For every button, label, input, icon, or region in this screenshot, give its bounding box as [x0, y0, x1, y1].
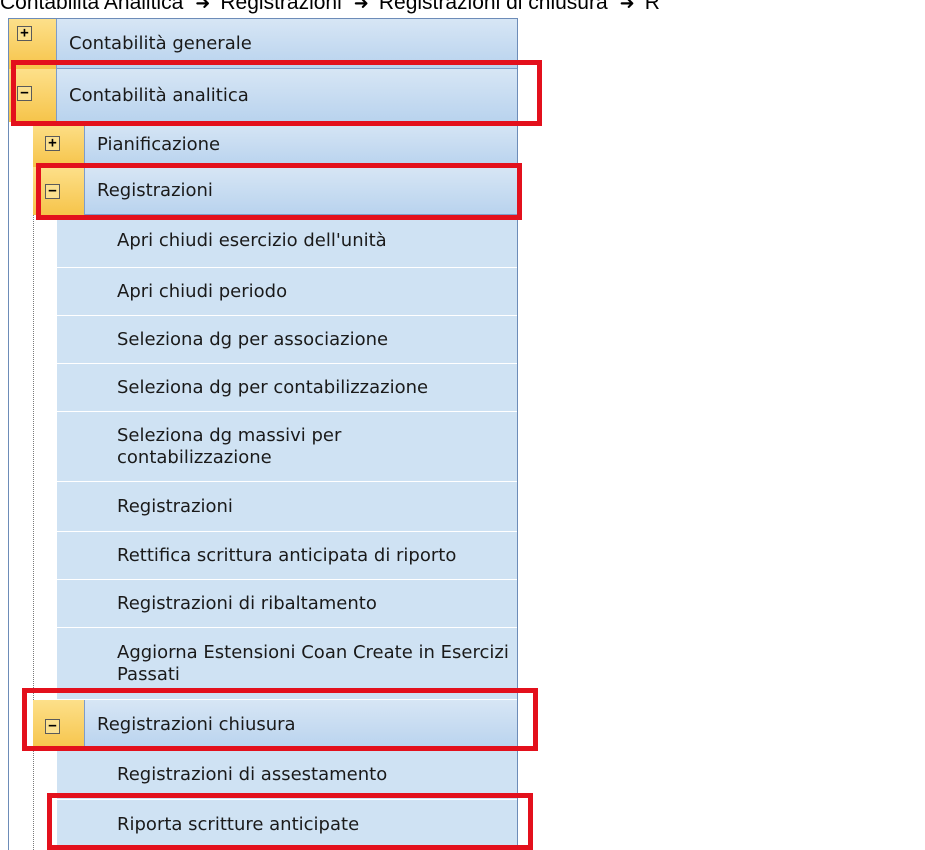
expand-icon[interactable]: +	[45, 136, 60, 151]
toggle-cell: +	[33, 122, 85, 167]
breadcrumb-item[interactable]: Registrazioni	[220, 0, 341, 14]
menu-item-label: Seleziona dg per associazione	[117, 328, 389, 350]
breadcrumb-item[interactable]: Contabilità Analitica	[0, 0, 183, 14]
highlight-contabilita-analitica	[11, 60, 542, 126]
tree-node-label: Pianificazione	[97, 133, 221, 155]
arrow-icon: ➜	[195, 0, 211, 13]
highlight-registrazioni	[36, 163, 522, 220]
menu-item-label: Registrazioni di ribaltamento	[117, 592, 377, 614]
breadcrumb-item[interactable]: Registrazioni di chiusura	[379, 0, 608, 14]
menu-item-label: Registrazioni di assestamento	[117, 763, 388, 785]
menu-item-label: Apri chiudi periodo	[117, 280, 288, 302]
arrow-icon: ➜	[619, 0, 635, 13]
tree-node-label: Contabilità generale	[69, 33, 252, 54]
menu-item-label: Registrazioni	[117, 495, 233, 517]
arrow-icon: ➜	[353, 0, 369, 13]
breadcrumb: Contabilità Analitica ➜ Registrazioni ➜ Regi…	[0, 0, 925, 15]
menu-item-apri-chiudi-esercizio[interactable]: Apri chiudi esercizio dell'unità	[57, 215, 517, 268]
highlight-riporta-scritture-anticipate	[47, 793, 533, 850]
expand-icon[interactable]: +	[17, 26, 32, 41]
tree-guide-line	[33, 212, 34, 850]
menu-item-label: Aggiorna Estensioni Coan Create in Eserc…	[117, 641, 509, 685]
menu-item-seleziona-dg-associazione[interactable]: Seleziona dg per associazione	[57, 316, 517, 364]
menu-item-label: Apri chiudi esercizio dell'unità	[117, 230, 387, 251]
breadcrumb-item[interactable]: R	[645, 0, 660, 14]
menu-item-label: Seleziona dg per contabilizzazione	[117, 376, 429, 398]
menu-item-label: Seleziona dg massivi per contabilizzazio…	[117, 424, 342, 468]
menu-item-seleziona-dg-massivi[interactable]: Seleziona dg massivi per contabilizzazio…	[57, 412, 517, 482]
menu-item-seleziona-dg-contabilizzazione[interactable]: Seleziona dg per contabilizzazione	[57, 364, 517, 412]
menu-item-registrazioni-ribaltamento[interactable]: Registrazioni di ribaltamento	[57, 580, 517, 628]
menu-item-apri-chiudi-periodo[interactable]: Apri chiudi periodo	[57, 268, 517, 316]
menu-item-rettifica-scrittura[interactable]: Rettifica scrittura anticipata di riport…	[57, 532, 517, 580]
menu-item-registrazioni[interactable]: Registrazioni	[57, 482, 517, 532]
tree-node-pianificazione[interactable]: Pianificazione	[85, 122, 517, 167]
highlight-registrazioni-chiusura	[22, 688, 538, 751]
menu-item-label: Rettifica scrittura anticipata di riport…	[117, 544, 457, 566]
